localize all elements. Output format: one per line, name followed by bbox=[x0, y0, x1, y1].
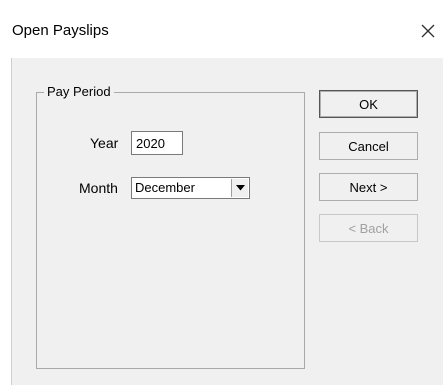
close-icon bbox=[421, 24, 435, 38]
month-label: Month bbox=[79, 180, 118, 196]
year-label: Year bbox=[90, 135, 119, 151]
title-bar[interactable]: Open Payslips bbox=[0, 0, 443, 58]
month-dropdown-button[interactable] bbox=[231, 179, 248, 197]
window-title: Open Payslips bbox=[12, 22, 109, 39]
cancel-button[interactable]: Cancel bbox=[319, 132, 418, 160]
back-button: < Back bbox=[319, 214, 418, 242]
chevron-down-icon bbox=[235, 185, 245, 191]
open-payslips-dialog: Open Payslips Pay Period Year Month Dece… bbox=[0, 0, 443, 385]
month-selected-value: December bbox=[135, 180, 195, 195]
dialog-client-area: Pay Period Year Month December OK Cancel… bbox=[11, 58, 443, 385]
pay-period-group-label: Pay Period bbox=[44, 84, 114, 100]
year-input[interactable] bbox=[131, 131, 183, 155]
next-button[interactable]: Next > bbox=[319, 173, 418, 201]
ok-button[interactable]: OK bbox=[319, 90, 418, 118]
month-select[interactable]: December bbox=[131, 177, 250, 199]
close-button[interactable] bbox=[416, 19, 440, 43]
